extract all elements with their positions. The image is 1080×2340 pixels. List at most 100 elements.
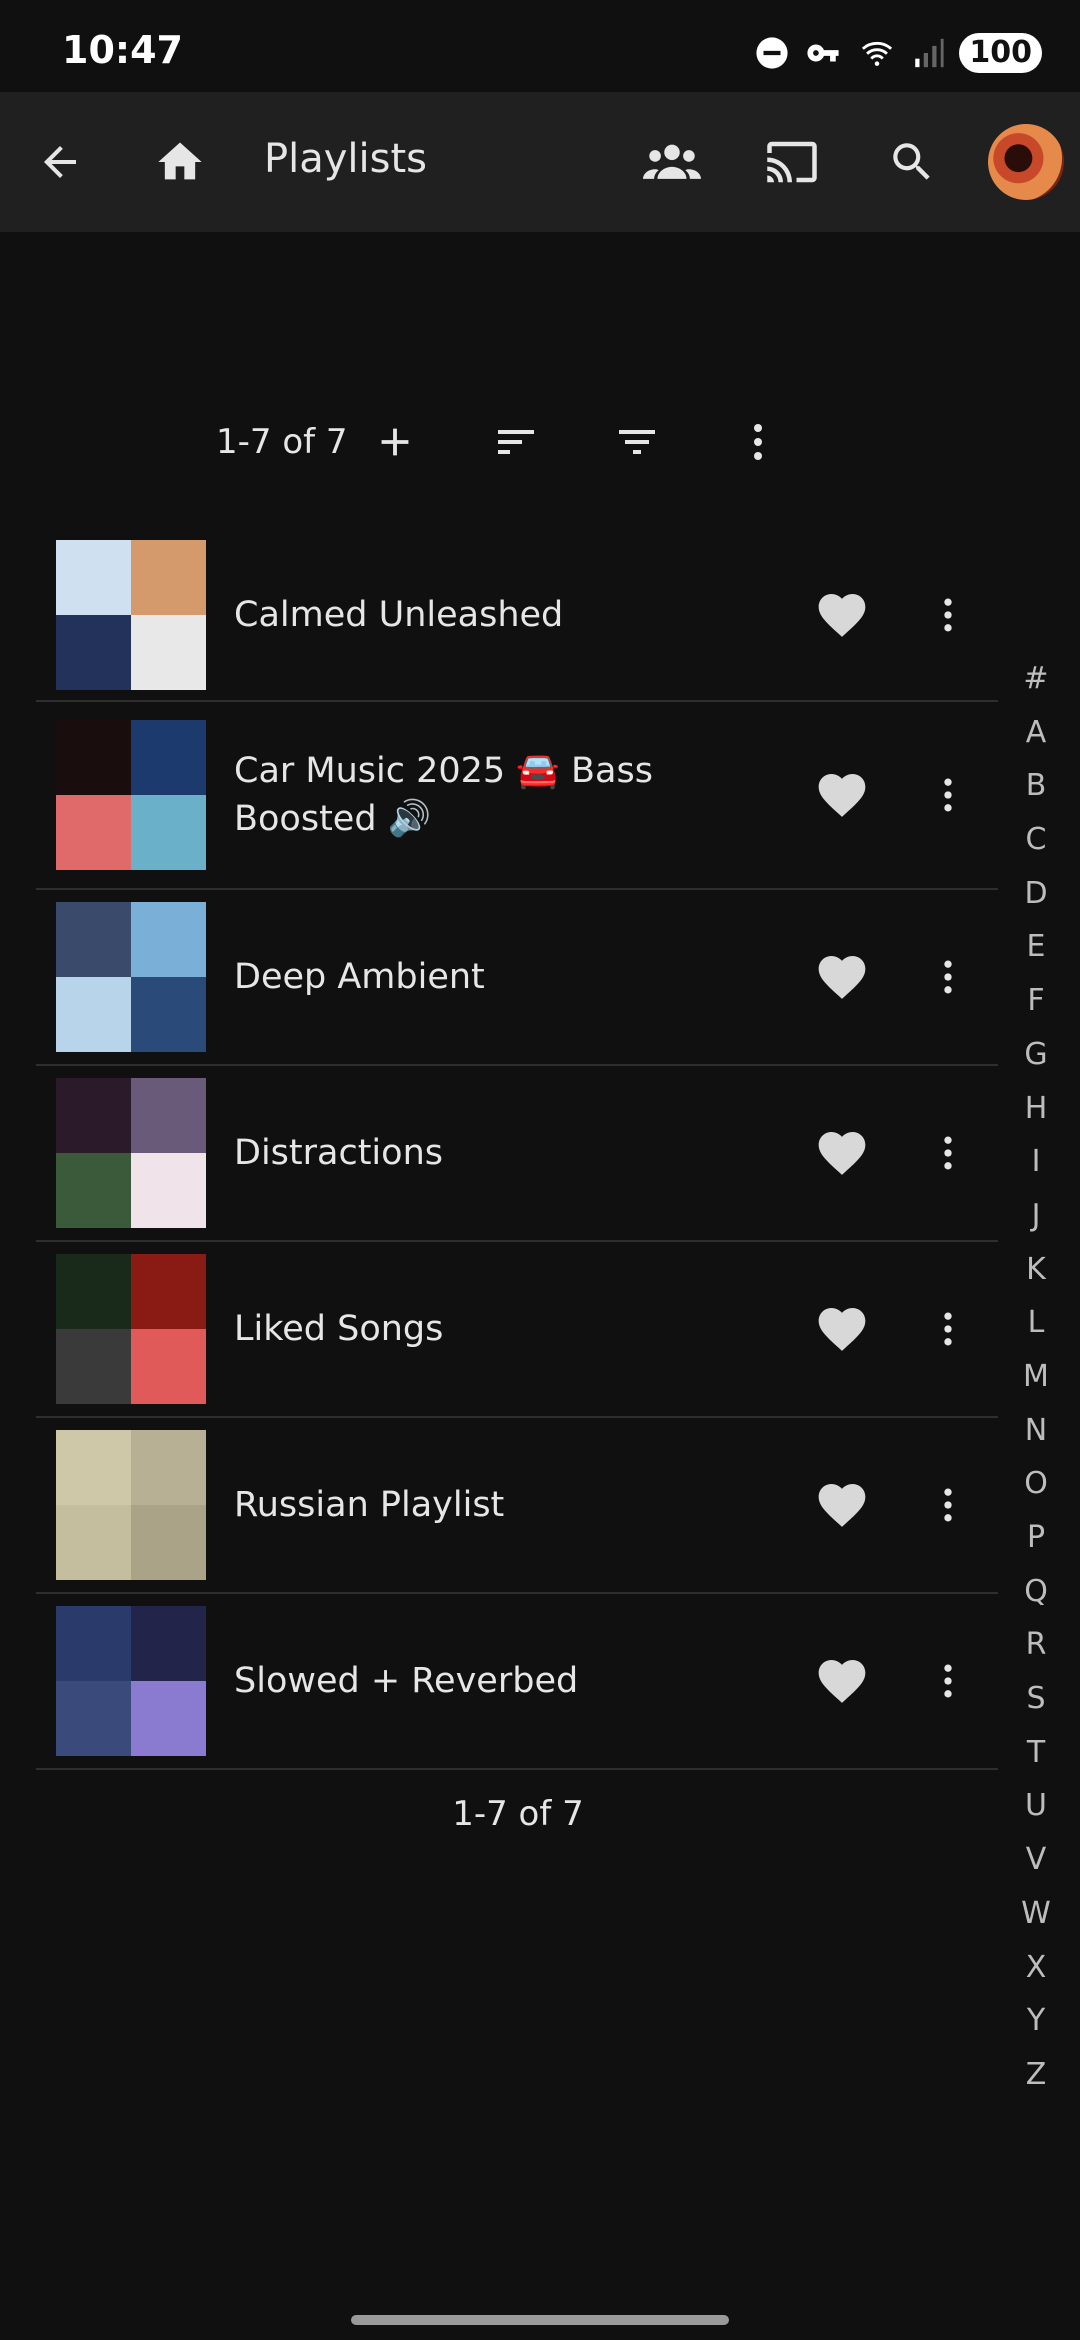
battery-indicator: 100 [959,33,1042,73]
more-vert-icon [944,1488,952,1522]
playlist-title[interactable]: Distractions [234,1129,778,1177]
playlist-row[interactable]: Distractions [36,1066,998,1242]
cover-tile [131,1606,206,1681]
playlist-title[interactable]: Russian Playlist [234,1481,778,1529]
sync-play-button[interactable] [632,122,712,202]
playlist-row[interactable]: Slowed + Reverbed [36,1594,998,1770]
playlist-row[interactable]: Calmed Unleashed [36,530,998,702]
people-icon [643,144,701,179]
cover-tile [131,1153,206,1228]
playlist-more-button[interactable] [920,767,976,823]
alphabet-letter[interactable]: A [1012,706,1060,760]
cover-tile [131,1505,206,1580]
playlist-cover[interactable] [56,1078,206,1228]
alphabet-letter[interactable]: U [1012,1779,1060,1833]
alphabet-letter[interactable]: E [1012,920,1060,974]
alphabet-letter[interactable]: Y [1012,1994,1060,2048]
playlist-title[interactable]: Car Music 2025 🚘 Bass Boosted 🔊 [234,747,778,843]
filter-button[interactable] [607,412,667,472]
alphabet-letter[interactable]: Z [1012,2048,1060,2102]
search-button[interactable] [872,122,952,202]
playlist-more-button[interactable] [920,1125,976,1181]
alphabet-letter[interactable]: J [1012,1189,1060,1243]
more-options-button[interactable] [728,412,788,472]
favorite-heart-icon[interactable] [814,1477,870,1533]
playlist-cover[interactable] [56,1606,206,1756]
alphabet-letter[interactable]: L [1012,1296,1060,1350]
sort-button[interactable] [486,412,546,472]
alphabet-letter[interactable]: # [1012,652,1060,706]
playlist-cover[interactable] [56,540,206,690]
cover-tile [131,1681,206,1756]
cover-tile [56,615,131,690]
more-vert-icon [944,1664,952,1698]
alphabet-letter[interactable]: B [1012,759,1060,813]
favorite-heart-icon[interactable] [814,949,870,1005]
back-button[interactable] [20,122,100,202]
playlist-row[interactable]: Russian Playlist [36,1418,998,1594]
favorite-heart-icon[interactable] [814,587,870,643]
vpn-key-icon [807,44,839,62]
playlist-cover[interactable] [56,720,206,870]
playlist-more-button[interactable] [920,1301,976,1357]
alphabet-letter[interactable]: S [1012,1672,1060,1726]
playlist-row[interactable]: Car Music 2025 🚘 Bass Boosted 🔊 [36,702,998,890]
alphabet-letter[interactable]: V [1012,1833,1060,1887]
cover-tile [56,1078,131,1153]
home-button[interactable] [140,122,220,202]
alphabet-letter[interactable]: Q [1012,1565,1060,1619]
app-bar: Playlists [0,92,1080,232]
playlist-more-button[interactable] [920,587,976,643]
sort-icon [498,430,534,454]
favorite-heart-icon[interactable] [814,1653,870,1709]
list-toolbar: 1-7 of 7 [0,412,1080,472]
alphabet-letter[interactable]: P [1012,1511,1060,1565]
playlist-title[interactable]: Deep Ambient [234,953,778,1001]
add-playlist-button[interactable] [365,412,425,472]
cast-button[interactable] [752,122,832,202]
alphabet-letter[interactable]: D [1012,867,1060,921]
cover-tile [131,795,206,870]
playlist-cover[interactable] [56,1430,206,1580]
alphabet-letter[interactable]: G [1012,1028,1060,1082]
cast-icon [767,141,817,183]
do-not-disturb-icon [756,37,788,69]
alphabet-letter[interactable]: N [1012,1404,1060,1458]
playlist-more-button[interactable] [920,949,976,1005]
playlist-title[interactable]: Liked Songs [234,1305,778,1353]
cover-tile [56,795,131,870]
cover-tile [56,1254,131,1329]
playlist-title[interactable]: Slowed + Reverbed [234,1657,778,1705]
cover-tile [131,1329,206,1404]
plus-icon [381,428,409,456]
alphabet-letter[interactable]: F [1012,974,1060,1028]
alphabet-letter[interactable]: K [1012,1243,1060,1297]
alphabet-letter[interactable]: W [1012,1887,1060,1941]
wifi-icon [862,41,893,66]
playlist-row[interactable]: Deep Ambient [36,890,998,1066]
playlist-more-button[interactable] [920,1653,976,1709]
favorite-heart-icon[interactable] [814,1301,870,1357]
alphabet-letter[interactable]: M [1012,1350,1060,1404]
playlist-more-button[interactable] [920,1477,976,1533]
alphabet-letter[interactable]: H [1012,1082,1060,1136]
more-vert-icon [944,778,952,812]
alphabet-letter[interactable]: I [1012,1135,1060,1189]
favorite-heart-icon[interactable] [814,767,870,823]
favorite-heart-icon[interactable] [814,1125,870,1181]
alphabet-letter[interactable]: X [1012,1941,1060,1995]
item-count-footer: 1-7 of 7 [452,1794,584,1834]
gesture-home-bar[interactable] [351,2315,729,2325]
alphabet-letter[interactable]: O [1012,1457,1060,1511]
playlist-row[interactable]: Liked Songs [36,1242,998,1418]
item-count: 1-7 of 7 [216,422,348,462]
playlist-cover[interactable] [56,1254,206,1404]
alphabet-letter[interactable]: R [1012,1618,1060,1672]
user-avatar[interactable] [988,124,1064,200]
playlist-title[interactable]: Calmed Unleashed [234,591,778,639]
more-vert-icon [944,960,952,994]
alphabet-letter[interactable]: C [1012,813,1060,867]
playlist-list: Calmed Unleashed Car Music 2025 🚘 Bass Bo… [36,530,998,1770]
alphabet-letter[interactable]: T [1012,1726,1060,1780]
playlist-cover[interactable] [56,902,206,1052]
